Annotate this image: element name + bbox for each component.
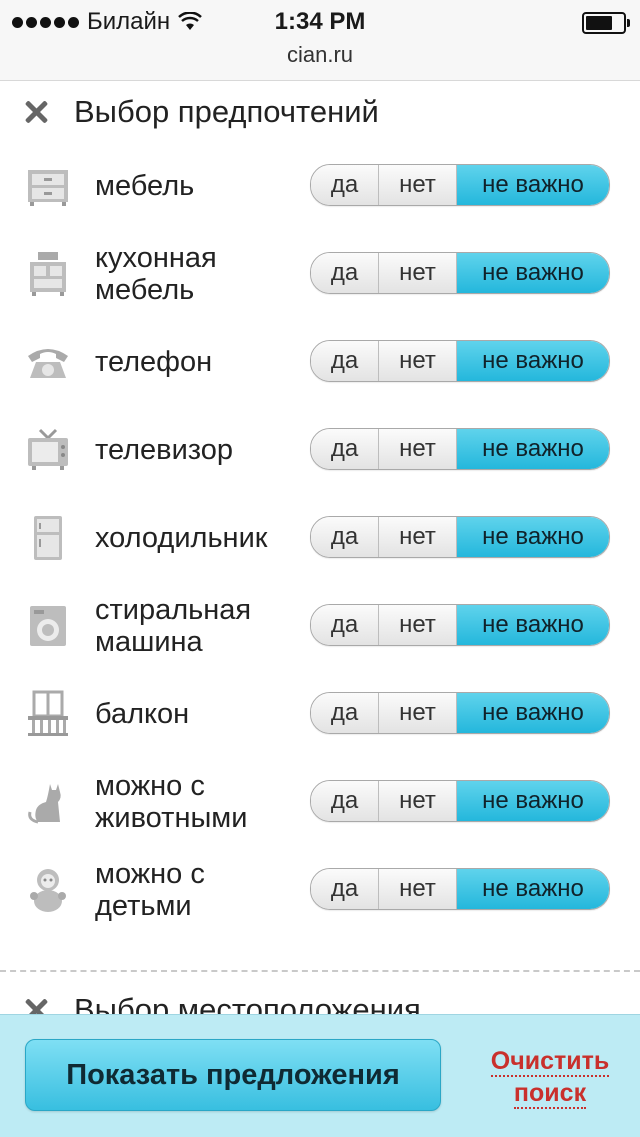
option-any-button[interactable]: не важно <box>457 605 609 645</box>
option-no-button[interactable]: нет <box>379 693 457 733</box>
cat-icon <box>24 778 72 826</box>
yes-no-toggle[interactable]: да нет не важно <box>310 868 610 910</box>
address-bar[interactable]: cian.ru <box>0 42 640 68</box>
yes-no-toggle[interactable]: да нет не важно <box>310 692 610 734</box>
option-yes-button[interactable]: да <box>311 781 379 821</box>
clear-search-label[interactable]: Очистить поиск <box>490 1047 610 1109</box>
phone-icon <box>24 338 72 386</box>
battery-icon <box>582 12 630 34</box>
option-any-button[interactable]: не важно <box>457 341 609 381</box>
preference-row: телефон да нет не важно <box>0 318 640 406</box>
preference-label: холодильник <box>95 522 268 554</box>
yes-no-toggle[interactable]: да нет не важно <box>310 164 610 206</box>
preference-row: холодильник да нет не важно <box>0 494 640 582</box>
option-no-button[interactable]: нет <box>379 517 457 557</box>
option-yes-button[interactable]: да <box>311 869 379 909</box>
option-yes-button[interactable]: да <box>311 605 379 645</box>
option-any-button[interactable]: не важно <box>457 429 609 469</box>
option-any-button[interactable]: не важно <box>457 517 609 557</box>
balcony-icon <box>24 690 72 738</box>
preference-row: мебель да нет не важно <box>0 142 640 230</box>
preferences-header[interactable]: Выбор предпочтений <box>24 92 379 132</box>
section-title: Выбор предпочтений <box>74 94 379 129</box>
preference-row: можно с животными да нет не важно <box>0 758 640 846</box>
yes-no-toggle[interactable]: да нет не важно <box>310 340 610 382</box>
preference-label: телевизор <box>95 434 234 466</box>
option-yes-button[interactable]: да <box>311 429 379 469</box>
status-bar: Билайн 1:34 PM cian.ru <box>0 0 640 81</box>
preference-label: можно с детьми <box>95 858 205 922</box>
dresser-icon <box>24 162 72 210</box>
clear-search-link[interactable]: Очистить поиск <box>470 1045 630 1109</box>
washing-machine-icon <box>24 602 72 650</box>
preference-label: можно с животными <box>95 770 248 834</box>
preference-row: кухонная мебель да нет не важно <box>0 230 640 318</box>
clock: 1:34 PM <box>274 8 366 35</box>
preference-label: стиральная машина <box>95 594 252 658</box>
fridge-icon <box>24 514 72 562</box>
option-any-button[interactable]: не важно <box>457 869 609 909</box>
option-no-button[interactable]: нет <box>379 869 457 909</box>
preference-label: балкон <box>95 698 190 730</box>
option-no-button[interactable]: нет <box>379 781 457 821</box>
yes-no-toggle[interactable]: да нет не важно <box>310 516 610 558</box>
tv-icon <box>24 426 72 474</box>
option-no-button[interactable]: нет <box>379 165 457 205</box>
child-icon <box>24 866 72 914</box>
preference-row: стиральная машина да нет не важно <box>0 582 640 670</box>
preference-row: можно с детьми да нет не важно <box>0 846 640 934</box>
option-any-button[interactable]: не важно <box>457 253 609 293</box>
option-no-button[interactable]: нет <box>379 429 457 469</box>
close-icon[interactable] <box>24 100 48 124</box>
option-yes-button[interactable]: да <box>311 165 379 205</box>
option-yes-button[interactable]: да <box>311 253 379 293</box>
preference-label: мебель <box>95 170 195 202</box>
option-any-button[interactable]: не важно <box>457 781 609 821</box>
option-no-button[interactable]: нет <box>379 605 457 645</box>
show-offers-button[interactable]: Показать предложения <box>25 1039 441 1111</box>
option-yes-button[interactable]: да <box>311 517 379 557</box>
option-no-button[interactable]: нет <box>379 341 457 381</box>
section-divider <box>0 970 640 972</box>
yes-no-toggle[interactable]: да нет не важно <box>310 428 610 470</box>
option-no-button[interactable]: нет <box>379 253 457 293</box>
preference-label: телефон <box>95 346 213 378</box>
option-any-button[interactable]: не важно <box>457 693 609 733</box>
kitchen-furniture-icon <box>24 250 72 298</box>
yes-no-toggle[interactable]: да нет не важно <box>310 604 610 646</box>
option-yes-button[interactable]: да <box>311 341 379 381</box>
preference-row: балкон да нет не важно <box>0 670 640 758</box>
preference-row: телевизор да нет не важно <box>0 406 640 494</box>
yes-no-toggle[interactable]: да нет не важно <box>310 780 610 822</box>
option-yes-button[interactable]: да <box>311 693 379 733</box>
preference-label: кухонная мебель <box>95 242 217 306</box>
yes-no-toggle[interactable]: да нет не важно <box>310 252 610 294</box>
option-any-button[interactable]: не важно <box>457 165 609 205</box>
footer-bar: Показать предложения Очистить поиск <box>0 1014 640 1137</box>
